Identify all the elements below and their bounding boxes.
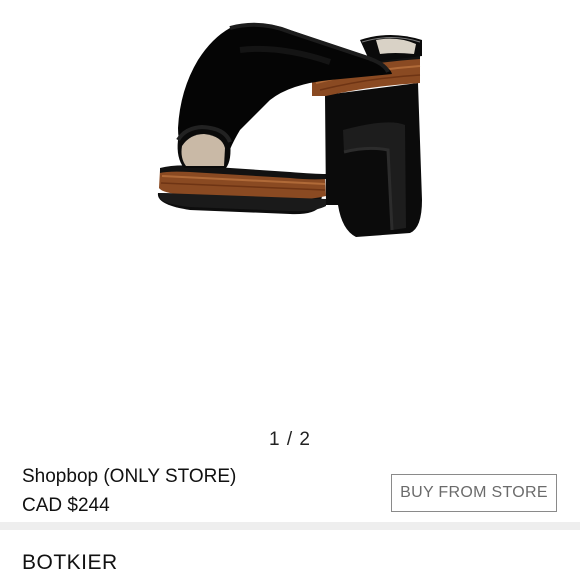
product-page: 1 / 2 Shopbop (ONLY STORE) CAD $244 BUY …: [0, 0, 580, 580]
buy-from-store-button[interactable]: BUY FROM STORE: [391, 474, 557, 512]
store-offer-row: Shopbop (ONLY STORE) CAD $244 BUY FROM S…: [0, 462, 580, 522]
brand-name[interactable]: BOTKIER: [22, 551, 118, 575]
section-divider: [0, 522, 580, 530]
product-image[interactable]: [130, 0, 450, 300]
store-name: Shopbop (ONLY STORE): [22, 466, 237, 487]
store-price: CAD $244: [22, 495, 110, 516]
image-pager: 1 / 2: [269, 429, 311, 450]
product-image-gallery[interactable]: [0, 0, 580, 420]
